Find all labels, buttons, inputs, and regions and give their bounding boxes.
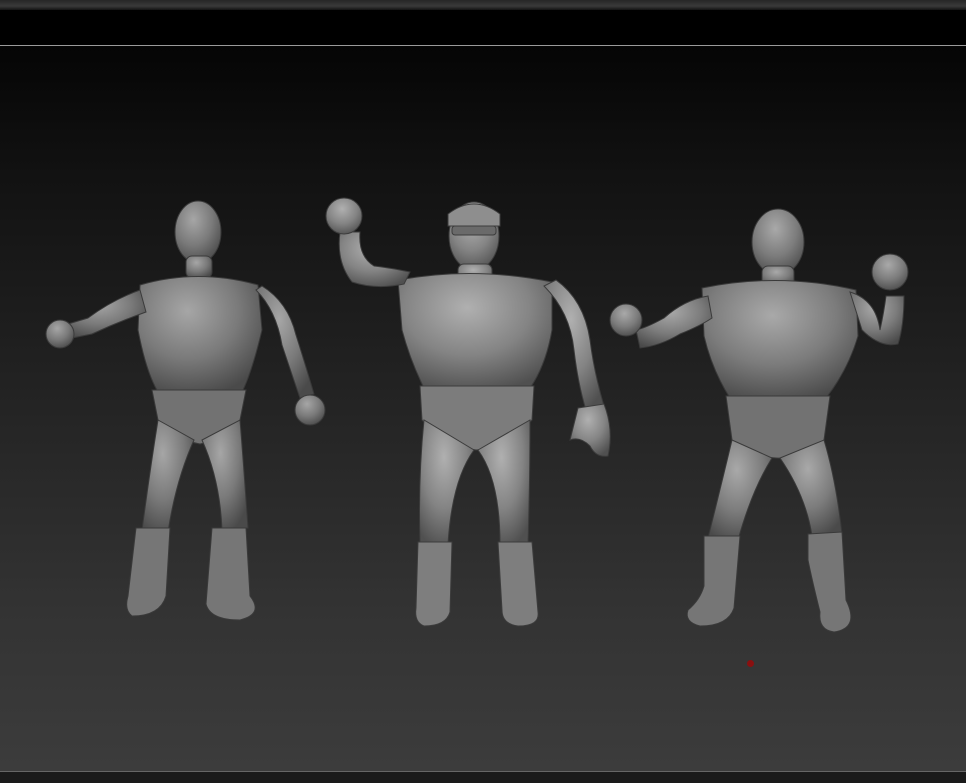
bottom-status-bar [0,771,966,783]
viewport-marker [747,660,754,667]
right-wrestler-model[interactable] [609,208,909,633]
viewport-render [45,197,909,633]
left-wrestler-model[interactable] [45,200,326,621]
center-wrestler-model[interactable] [325,197,611,627]
